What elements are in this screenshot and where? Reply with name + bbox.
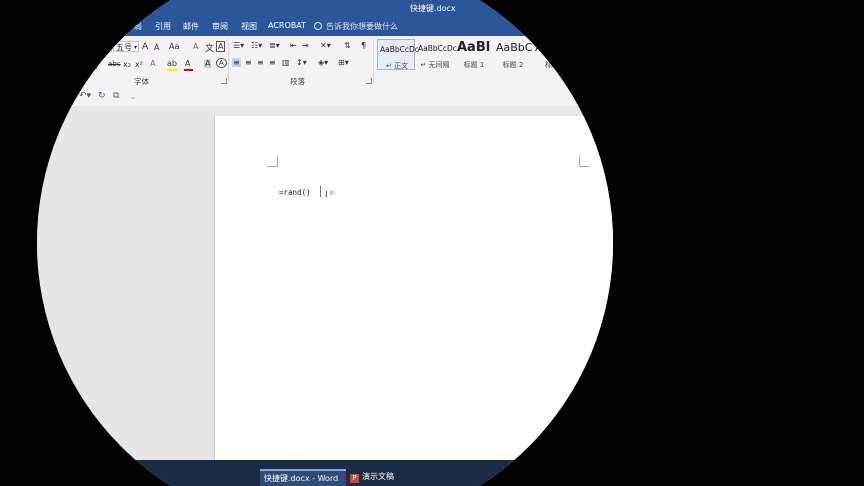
- ribbon-tab-bar: 设计 布局 引用 邮件 审阅 视图 ACROBAT 告诉我你想要做什么: [37, 17, 613, 36]
- style-heading-1[interactable]: AaBl 标题 1: [455, 39, 493, 70]
- font-dialog-launcher[interactable]: [221, 78, 227, 84]
- line-spacing-icon[interactable]: ↕▾: [296, 58, 307, 67]
- highlight-button[interactable]: ab: [167, 59, 177, 68]
- multilevel-list-icon[interactable]: ≣▾: [269, 41, 280, 50]
- chevron-down-icon: ▾: [105, 44, 109, 51]
- customize-qat-icon[interactable]: ₌: [131, 93, 135, 101]
- touch-mode-icon[interactable]: ⧉: [113, 91, 119, 101]
- tab-mailings[interactable]: 邮件: [183, 21, 199, 32]
- subscript-button[interactable]: x₂: [123, 60, 131, 69]
- tab-layout[interactable]: 布局: [126, 21, 142, 32]
- decrease-indent-icon[interactable]: ⇤: [290, 41, 297, 50]
- tab-acrobat[interactable]: ACROBAT: [268, 21, 306, 30]
- group-separator: [373, 39, 374, 83]
- bullets-icon[interactable]: ☰▾: [233, 41, 244, 50]
- superscript-button[interactable]: x²: [135, 60, 143, 69]
- style-heading-2[interactable]: AaBbC 标题 2: [494, 39, 532, 70]
- taskbar-word-button[interactable]: 快捷键.docx - Word: [260, 469, 346, 486]
- align-left-icon[interactable]: ≡: [232, 58, 241, 67]
- style-name: ↵ 正文: [385, 62, 409, 70]
- paragraph-mark: ⊫: [330, 189, 337, 197]
- style-preview: AaBl: [457, 40, 491, 55]
- style-normal[interactable]: AaBbCcDc ↵ 正文: [377, 39, 419, 70]
- taskbar-word-label: 快捷键.docx - Word: [264, 474, 339, 483]
- taskbar-ppt-button[interactable]: P 演示文稿: [348, 469, 408, 486]
- font-color-swatch: [184, 69, 193, 71]
- align-center-icon[interactable]: ≡: [245, 58, 252, 67]
- title-bar: 快捷键.docx: [37, 0, 613, 17]
- increase-indent-icon[interactable]: ⇥: [302, 41, 309, 50]
- phonetic-guide-icon[interactable]: 文: [205, 41, 214, 54]
- bold-button[interactable]: B: [68, 60, 74, 69]
- italic-button[interactable]: I: [80, 60, 82, 69]
- numbering-icon[interactable]: ☷▾: [251, 41, 262, 50]
- char-border-button[interactable]: A: [216, 41, 226, 52]
- justify-icon[interactable]: ≡: [269, 58, 276, 67]
- ibeam-cursor-icon: I: [325, 190, 328, 200]
- chinese-layout-icon[interactable]: ✕▾: [320, 41, 331, 50]
- tell-me-search[interactable]: 告诉我你想要做什么: [314, 21, 398, 32]
- char-shading-button[interactable]: A: [204, 59, 212, 68]
- document-text[interactable]: =rand(): [279, 188, 311, 197]
- font-group-label: 字体: [134, 77, 149, 86]
- taskbar: 快捷键.docx - Word P 演示文稿: [37, 460, 613, 486]
- font-size-dropdown[interactable]: 五号 ▾: [113, 41, 139, 52]
- clear-format-button[interactable]: A: [193, 42, 198, 51]
- screen-viewport: 快捷键.docx 设计 布局 引用 邮件 审阅 视图 ACROBAT 告诉我你想…: [37, 0, 613, 486]
- undo-icon[interactable]: ↶▾: [79, 91, 91, 101]
- powerpoint-icon: P: [350, 474, 359, 483]
- show-marks-icon[interactable]: ¶: [361, 41, 366, 50]
- style-name: 标题: [545, 61, 559, 69]
- crop-mark-top-right: [579, 156, 590, 167]
- document-area: =rand() I ⊫: [37, 106, 613, 476]
- lightbulb-icon: [314, 22, 322, 30]
- tab-review[interactable]: 审阅: [212, 21, 228, 32]
- underline-button[interactable]: U: [91, 60, 97, 69]
- shading-icon[interactable]: ◈▾: [318, 58, 328, 67]
- style-preview: AaBbC: [535, 41, 571, 54]
- style-name: 标题 2: [502, 61, 524, 69]
- borders-icon[interactable]: ⊞▾: [338, 58, 349, 67]
- save-icon[interactable]: ▣: [64, 91, 73, 101]
- align-right-icon[interactable]: ≡: [257, 58, 264, 67]
- font-size-value: 五号: [116, 43, 132, 52]
- styles-group-label: 样式: [564, 77, 579, 86]
- tab-design[interactable]: 设计: [97, 21, 113, 32]
- style-no-spacing[interactable]: AaBbCcDc ↵ 无间隔: [416, 39, 457, 70]
- highlight-color-swatch: [167, 69, 177, 71]
- group-separator: [228, 39, 229, 83]
- style-preview: AaBbCcDc: [380, 45, 419, 54]
- style-preview: AaBbCcDc: [418, 44, 457, 53]
- ribbon: ▾ 五号 ▾ A A Aa A 文 A B I U abc x₂ x² A ab…: [37, 36, 613, 88]
- chevron-down-icon: ▾: [133, 44, 137, 51]
- document-page[interactable]: =rand() I ⊫: [214, 116, 613, 476]
- paragraph-dialog-launcher[interactable]: [366, 78, 372, 84]
- font-color-button[interactable]: A: [185, 59, 190, 68]
- quick-access-toolbar: ▣ ↶▾ ↻ ⧉ ₌: [37, 87, 613, 106]
- style-title[interactable]: AaBbC 标题: [533, 39, 571, 70]
- style-preview: AaBbC: [496, 41, 532, 54]
- change-case-button[interactable]: Aa: [169, 42, 179, 51]
- style-name: ↵ 无间隔: [420, 61, 450, 69]
- paragraph-group-label: 段落: [290, 77, 305, 86]
- font-name-dropdown[interactable]: ▾: [60, 41, 112, 52]
- enclose-char-button[interactable]: A: [216, 58, 227, 68]
- text-caret: [320, 186, 321, 197]
- distribute-icon[interactable]: ▥: [282, 58, 290, 67]
- text-effects-button[interactable]: A: [150, 59, 155, 68]
- tell-me-label: 告诉我你想要做什么: [326, 22, 398, 31]
- shrink-font-button[interactable]: A: [154, 43, 159, 52]
- tab-references[interactable]: 引用: [155, 21, 171, 32]
- sort-icon[interactable]: ⇅: [344, 41, 351, 50]
- style-name: 标题 1: [463, 61, 485, 69]
- tab-view[interactable]: 视图: [241, 21, 257, 32]
- taskbar-ppt-label: 演示文稿: [362, 472, 394, 481]
- redo-icon[interactable]: ↻: [98, 91, 106, 101]
- window-title: 快捷键.docx: [410, 4, 456, 13]
- crop-mark-top-left: [267, 156, 278, 167]
- grow-font-button[interactable]: A: [142, 42, 148, 52]
- strikethrough-button[interactable]: abc: [108, 60, 121, 68]
